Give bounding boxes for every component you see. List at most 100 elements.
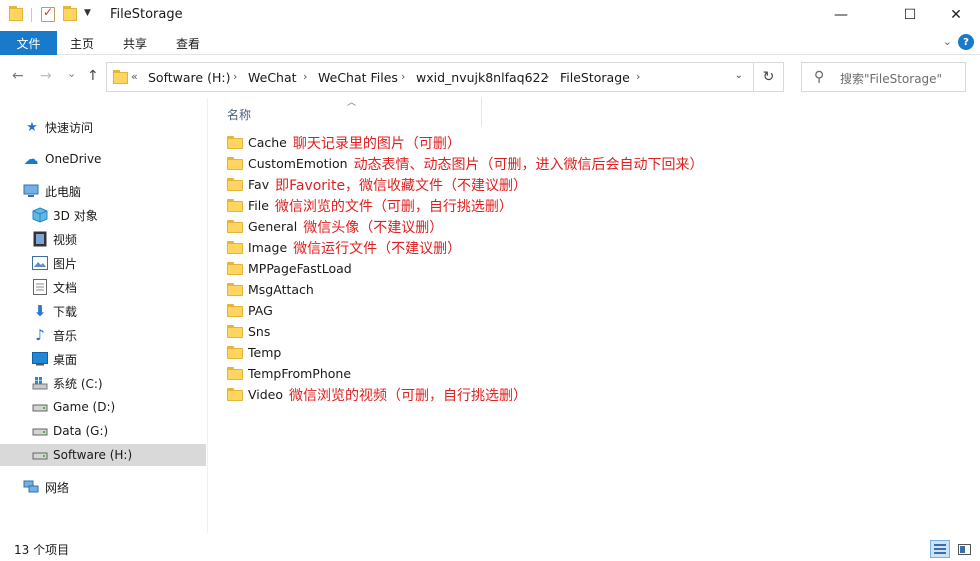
chevron-right-icon[interactable]: › [401,70,405,83]
refresh-button[interactable]: ↻ [754,62,784,92]
list-item[interactable]: Image 微信运行文件（不建议删） [227,237,461,258]
properties-icon[interactable] [41,5,55,22]
document-icon [32,279,48,295]
annotation-note: 微信运行文件（不建议删） [293,240,462,257]
folder-icon [113,70,129,84]
breadcrumb-software[interactable]: Software (H:) [148,70,230,85]
sidebar-item-drive-g[interactable]: Data (G:) [0,420,206,442]
maximize-button[interactable]: ☐ [887,0,933,30]
folder-icon [227,325,243,338]
sidebar-item-downloads[interactable]: ⬇ 下载 [0,300,206,322]
folder-name: CustomEmotion [248,156,348,171]
breadcrumb-wechat[interactable]: WeChat [248,70,297,85]
list-item[interactable]: MPPageFastLoad [227,258,352,279]
sidebar-item-label: OneDrive [45,152,102,166]
list-item[interactable]: Cache 聊天记录里的图片（可删） [227,132,461,153]
close-button[interactable]: ✕ [933,0,979,30]
sidebar-item-label: Game (D:) [53,400,116,414]
sidebar-item-label: 3D 对象 [53,208,98,223]
address-bar[interactable]: « Software (H:) › WeChat › WeChat Files … [106,62,754,92]
column-divider[interactable] [481,98,482,126]
list-item[interactable]: PAG [227,300,273,321]
sidebar-item-label: 此电脑 [45,184,82,199]
list-item[interactable]: General 微信头像（不建议删） [227,216,443,237]
chevron-down-icon[interactable]: ⌄ [943,35,952,48]
annotation-note: 微信浏览的文件（可删，自行挑选删） [274,198,513,215]
quick-access-separator [31,8,32,22]
list-item[interactable]: TempFromPhone [227,363,351,384]
sidebar-item-drive-h[interactable]: Software (H:) [0,444,206,466]
list-item[interactable]: Sns [227,321,270,342]
details-view-icon [934,544,946,554]
drive-icon [32,399,48,415]
list-item[interactable]: Temp [227,342,281,363]
sidebar-item-music[interactable]: ♪ 音乐 [0,324,206,346]
tab-file[interactable]: 文件 [0,31,57,55]
folder-icon [227,241,243,254]
forward-button[interactable]: → [40,68,52,84]
folder-name: Cache [248,135,287,150]
status-bar: 13 个项目 [0,537,980,561]
column-header-name[interactable]: 名称 [227,106,251,123]
folder-name: Temp [248,345,282,360]
chevron-right-icon[interactable]: › [545,70,549,83]
breadcrumb-wxid[interactable]: wxid_nvujk8nlfaq622 [416,70,548,85]
tab-share[interactable]: 共享 [123,31,147,55]
list-item[interactable]: MsgAttach [227,279,314,300]
details-view-button[interactable] [930,540,950,558]
quick-access-dropdown-icon[interactable]: ▼ [84,8,91,18]
new-folder-icon[interactable] [63,6,79,22]
minimize-button[interactable]: — [818,0,864,30]
sidebar-item-drive-d[interactable]: Game (D:) [0,396,206,418]
navigation-bar: ← → ⌄ ↑ « Software (H:) › WeChat › WeCha… [0,56,980,98]
folder-name: Fav [248,177,270,192]
folder-name: File [248,198,269,213]
breadcrumb-wechat-files[interactable]: WeChat Files [318,70,398,85]
sidebar-item-onedrive[interactable]: ☁ OneDrive [0,148,206,170]
sidebar-item-quick-access[interactable]: ★ 快速访问 [0,116,206,138]
annotation-note: 聊天记录里的图片（可删） [292,135,461,152]
help-icon[interactable]: ? [958,34,974,50]
list-item[interactable]: Fav 即Favorite，微信收藏文件（不建议删） [227,174,527,195]
chevron-right-icon[interactable]: › [233,70,237,83]
sidebar-item-drive-c[interactable]: 系统 (C:) [0,372,206,394]
sidebar-item-this-pc[interactable]: 此电脑 [0,180,206,202]
list-item[interactable]: CustomEmotion 动态表情、动态图片（可删，进入微信后会自动下回来） [227,153,704,174]
folder-name: Sns [248,324,271,339]
sidebar-item-3d-objects[interactable]: 3D 对象 [0,204,206,226]
folder-icon [227,388,243,401]
sidebar-item-label: 桌面 [53,352,78,367]
sidebar-item-videos[interactable]: 视频 [0,228,206,250]
list-item[interactable]: Video 微信浏览的视频（可删，自行挑选删） [227,384,527,405]
breadcrumb-filestorage[interactable]: FileStorage [560,70,630,85]
sidebar-item-label: 下载 [53,304,78,319]
tab-home[interactable]: 主页 [70,31,94,55]
up-button[interactable]: ↑ [87,68,99,84]
chevron-right-icon[interactable]: › [303,70,307,83]
ribbon: 文件 主页 共享 查看 ⌄ ? [0,30,980,55]
folder-icon [227,346,243,359]
list-item[interactable]: File 微信浏览的文件（可删，自行挑选删） [227,195,513,216]
address-dropdown-icon[interactable]: ⌄ [735,70,743,81]
sidebar-item-pictures[interactable]: 图片 [0,252,206,274]
folder-icon [227,262,243,275]
chevron-right-icon[interactable]: › [636,70,640,83]
recent-locations-button[interactable]: ⌄ [67,67,76,80]
sidebar-item-network[interactable]: 网络 [0,476,206,498]
sidebar-item-label: 视频 [53,232,78,247]
drive-icon [32,423,48,439]
tab-view[interactable]: 查看 [176,31,200,55]
item-count: 13 个项目 [14,543,70,557]
sidebar-item-label: 快速访问 [45,120,94,135]
picture-icon [32,255,48,271]
sidebar-item-desktop[interactable]: 桌面 [0,348,206,370]
search-icon: ⚲ [814,69,825,85]
annotation-note: 即Favorite，微信收藏文件（不建议删） [275,177,528,194]
large-icons-view-button[interactable] [954,540,974,558]
title-bar: ▼ FileStorage — ☐ ✕ [0,0,980,30]
back-button[interactable]: ← [12,68,24,84]
sidebar-item-documents[interactable]: 文档 [0,276,206,298]
breadcrumb-overflow[interactable]: « [131,70,138,83]
network-icon [23,479,39,495]
search-input[interactable]: ⚲ 搜索"FileStorage" [801,62,966,92]
